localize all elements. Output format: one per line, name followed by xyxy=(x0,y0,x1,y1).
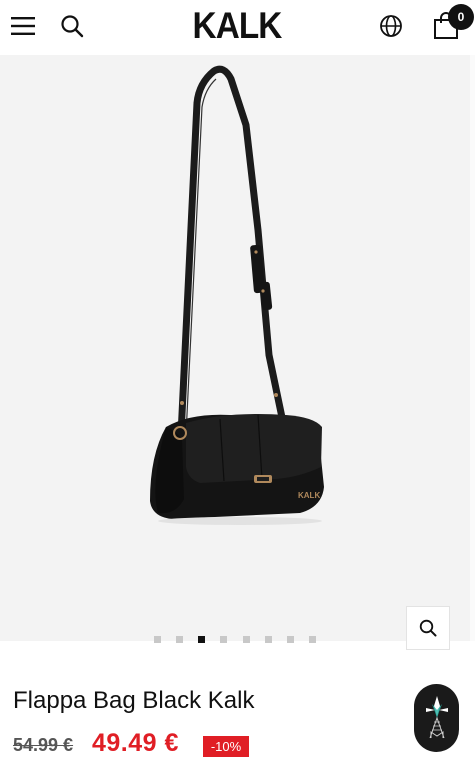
search-icon xyxy=(61,15,84,38)
gallery-dot[interactable] xyxy=(220,636,227,643)
gallery-dot[interactable] xyxy=(243,636,250,643)
globe-icon xyxy=(380,15,402,37)
gallery-dot[interactable] xyxy=(265,636,272,643)
product-title: Flappa Bag Black Kalk xyxy=(13,687,255,714)
site-logo[interactable]: KALK xyxy=(192,5,283,47)
page-scrollbar[interactable] xyxy=(470,55,475,641)
hamburger-menu-icon xyxy=(11,17,35,35)
menu-button[interactable] xyxy=(8,10,40,42)
gallery-dot[interactable] xyxy=(287,636,294,643)
language-selector-button[interactable] xyxy=(375,10,407,42)
product-image[interactable]: KALK xyxy=(0,55,470,641)
svg-text:KALK: KALK xyxy=(298,491,320,500)
gallery-dot-active[interactable] xyxy=(198,636,205,643)
original-price: 54.99 € xyxy=(13,735,74,755)
chat-widget-icon xyxy=(425,696,448,739)
product-gallery[interactable]: KALK xyxy=(0,55,470,641)
zoom-icon xyxy=(419,619,437,637)
cart-count-badge: 0 xyxy=(448,4,474,30)
gallery-dot[interactable] xyxy=(176,636,183,643)
chat-widget-button[interactable] xyxy=(414,684,459,752)
discount-badge: -10% xyxy=(203,736,249,757)
sale-price: 49.49 € xyxy=(92,729,179,757)
gallery-dot[interactable] xyxy=(309,636,316,643)
site-header: KALK 0 xyxy=(0,0,475,54)
gallery-dot[interactable] xyxy=(154,636,161,643)
zoom-button[interactable] xyxy=(406,606,450,650)
search-button[interactable] xyxy=(56,10,88,42)
